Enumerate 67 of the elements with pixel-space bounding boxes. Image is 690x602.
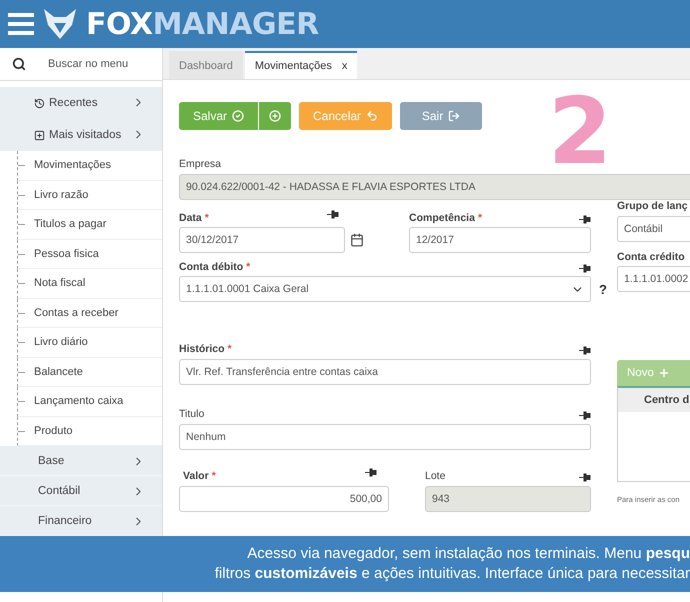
logout-icon — [448, 110, 460, 122]
date-field[interactable]: 30/12/2017 — [179, 227, 345, 253]
menu-group-item[interactable]: Recentes — [0, 87, 162, 119]
plus-square-icon — [34, 130, 45, 140]
undo-arrow-icon — [366, 110, 378, 122]
calendar-icon[interactable] — [350, 233, 364, 247]
field-label: Grupo de lanç — [617, 199, 689, 212]
field-label: Empresa — [179, 157, 222, 170]
tab[interactable]: Movimentações x — [244, 51, 358, 79]
pin-icon[interactable] — [365, 468, 377, 477]
field-label: Competência * — [409, 211, 482, 224]
help-mark[interactable]: ? — [599, 282, 607, 296]
required-mark: * — [212, 470, 216, 482]
group-field[interactable]: Contábil — [617, 216, 690, 242]
amount-field[interactable]: 500,00 — [179, 486, 389, 512]
required-mark: * — [478, 212, 482, 224]
menu-item[interactable]: Nota fiscal — [17, 269, 162, 298]
menu-section-item[interactable]: Base — [0, 446, 162, 476]
credit-account-field[interactable]: 1.1.1.01.0002 — [617, 266, 690, 292]
close-tab[interactable]: x — [342, 60, 348, 72]
pin-icon[interactable] — [579, 346, 591, 355]
field-label: Lote — [425, 469, 446, 482]
debit-account-select[interactable]: 1.1.1.01.0001 Caixa Geral — [179, 276, 591, 302]
pin-icon[interactable] — [327, 210, 339, 219]
required-mark: * — [228, 343, 232, 355]
tab[interactable]: Dashboard — [169, 51, 243, 79]
menu-group-item[interactable]: Mais visitados — [0, 119, 162, 151]
history-field[interactable]: Vlr. Ref. Transferência entre contas caixa — [179, 359, 591, 385]
plus-icon — [658, 367, 670, 379]
menu-item[interactable]: Livro razão — [17, 180, 162, 210]
menu-item[interactable]: Balancete — [17, 358, 162, 387]
check-circle-icon — [232, 110, 244, 122]
field-label: Data * — [179, 211, 209, 224]
menu-icon[interactable] — [8, 13, 34, 35]
field-label: Conta crédito — [617, 250, 686, 263]
pin-icon[interactable] — [579, 215, 591, 224]
menu-item[interactable]: Livro diário — [17, 328, 162, 358]
menu-item[interactable]: Produto — [17, 416, 162, 446]
app-logo: FOXMANAGER — [86, 6, 319, 42]
menu-section-item[interactable]: Financeiro — [0, 506, 162, 536]
pin-icon[interactable] — [579, 264, 591, 273]
menu-item[interactable]: Pessoa fisica — [17, 240, 162, 269]
plus-circle-icon — [269, 110, 282, 122]
column-header: Centro d — [618, 388, 690, 412]
company-field: 90.024.622/0001-42 - HADASSA E FLAVIA ESPORTES LTDA — [179, 174, 690, 200]
pin-icon[interactable] — [579, 411, 591, 420]
field-label: Titulo — [179, 407, 204, 420]
banner-text: Acesso via navegador, sem instalação nos terminais. Menu pesqu — [247, 544, 690, 564]
field-label: Conta débito * — [179, 260, 250, 273]
title-field[interactable]: Nenhum — [179, 424, 591, 450]
pin-icon[interactable] — [579, 473, 591, 482]
field-label: Histórico * — [179, 342, 232, 355]
banner-text: filtros customizáveis e ações intuitivas. Interface única para necessitar — [214, 564, 690, 584]
menu-item[interactable]: Lançamento caixa — [17, 387, 162, 416]
batch-field: 943 — [425, 486, 591, 512]
menu-item[interactable]: Contas a receber — [17, 298, 162, 328]
competence-field[interactable]: 12/2017 — [409, 227, 591, 253]
field-label: Valor * — [183, 469, 216, 482]
menu-item[interactable]: Movimentações — [17, 151, 162, 180]
history-icon — [34, 98, 45, 108]
menu-section-item[interactable]: Contábil — [0, 476, 162, 506]
menu-item[interactable]: Titulos a pagar — [17, 210, 162, 240]
add-button[interactable] — [258, 102, 292, 130]
required-mark: * — [204, 212, 209, 224]
required-mark: * — [246, 261, 250, 273]
fox-logo-icon — [42, 7, 78, 41]
search-icon — [12, 57, 26, 71]
